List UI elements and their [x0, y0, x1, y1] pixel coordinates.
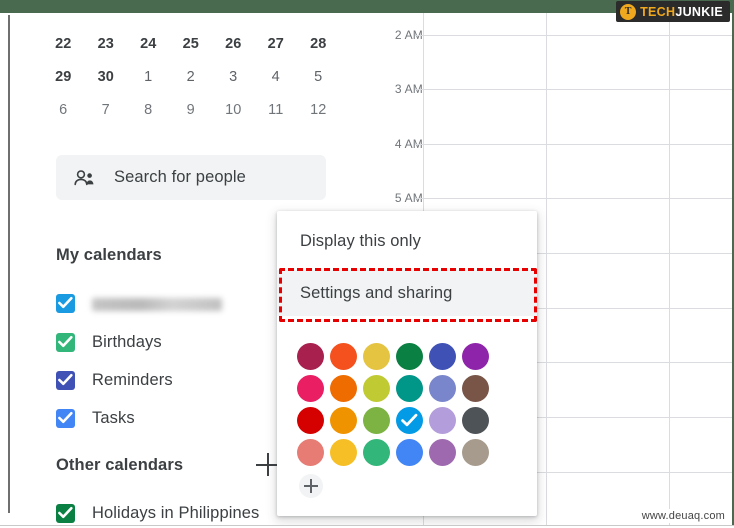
mini-day-cell[interactable]: 11 [255, 102, 298, 118]
calendar-name: Reminders [92, 370, 173, 389]
left-rail-divider [8, 15, 10, 513]
day-column-divider [669, 13, 670, 525]
mini-day-cell[interactable]: 3 [212, 69, 255, 85]
my-calendars-heading: My calendars [56, 246, 162, 264]
add-custom-color-plus-icon[interactable] [299, 474, 323, 498]
color-swatch[interactable] [297, 375, 324, 402]
color-swatch[interactable] [396, 375, 423, 402]
mini-month-grid[interactable]: 22 23 24 25 26 27 28 29 30 1 2 3 4 5 6 7… [42, 27, 342, 126]
mini-day-cell[interactable]: 26 [212, 36, 255, 52]
logo-mark-icon: T [620, 3, 637, 20]
mini-day-cell[interactable]: 4 [255, 69, 298, 85]
mini-day-cell[interactable]: 8 [127, 102, 170, 118]
color-swatch[interactable] [462, 343, 489, 370]
menu-item-display-this-only[interactable]: Display this only [277, 218, 537, 264]
color-swatch[interactable] [330, 343, 357, 370]
other-calendars-heading: Other calendars [56, 456, 184, 474]
color-swatch[interactable] [363, 439, 390, 466]
color-row [297, 439, 497, 471]
source-url-watermark: www.deuaq.com [639, 509, 727, 523]
hour-line [423, 144, 732, 145]
mini-day-cell[interactable]: 6 [42, 102, 85, 118]
color-swatch[interactable] [429, 375, 456, 402]
search-people-placeholder: Search for people [114, 168, 246, 186]
calendar-checkbox[interactable] [56, 370, 75, 390]
color-swatch[interactable] [429, 343, 456, 370]
menu-item-settings-and-sharing[interactable]: Settings and sharing [277, 270, 537, 316]
color-swatch[interactable] [396, 439, 423, 466]
mini-day-cell[interactable]: 25 [170, 36, 213, 52]
mini-day-cell[interactable]: 29 [42, 69, 85, 85]
color-row [297, 343, 497, 375]
people-icon [74, 167, 96, 189]
mini-day-cell[interactable]: 1 [127, 69, 170, 85]
color-swatch[interactable] [330, 439, 357, 466]
window-bottom-divider [0, 525, 734, 526]
calendar-name: Holidays in Philippines [92, 503, 260, 522]
day-column-divider [546, 13, 547, 525]
mini-day-cell[interactable]: 5 [297, 69, 340, 85]
calendar-checkbox[interactable] [56, 408, 75, 428]
mini-day-cell[interactable]: 7 [85, 102, 128, 118]
mini-day-cell[interactable]: 23 [85, 36, 128, 52]
calendar-name: Birthdays [92, 332, 162, 351]
color-swatch[interactable] [330, 375, 357, 402]
mini-day-cell[interactable]: 22 [42, 36, 85, 52]
color-swatch-selected[interactable] [396, 407, 423, 434]
mini-month-row: 29 30 1 2 3 4 5 [42, 60, 342, 93]
calendar-checkbox[interactable] [56, 293, 75, 313]
search-people-input[interactable]: Search for people [56, 155, 326, 200]
color-swatch[interactable] [462, 375, 489, 402]
mini-day-cell[interactable]: 28 [297, 36, 340, 52]
color-swatch[interactable] [363, 343, 390, 370]
color-swatch[interactable] [297, 343, 324, 370]
color-swatch[interactable] [462, 407, 489, 434]
color-swatch[interactable] [330, 407, 357, 434]
color-swatch[interactable] [363, 407, 390, 434]
mini-month-row: 6 7 8 9 10 11 12 [42, 93, 342, 126]
mini-day-cell[interactable]: 24 [127, 36, 170, 52]
hour-line [423, 89, 732, 90]
mini-day-cell[interactable]: 9 [170, 102, 213, 118]
calendar-name: Tasks [92, 408, 135, 427]
techjunkie-logo: T TECH JUNKIE [616, 1, 730, 22]
mini-day-cell[interactable]: 12 [297, 102, 340, 118]
mini-day-cell[interactable]: 30 [85, 69, 128, 85]
color-swatch[interactable] [396, 343, 423, 370]
mini-month-row: 22 23 24 25 26 27 28 [42, 27, 342, 60]
logo-text-junkie: JUNKIE [675, 4, 723, 19]
hour-line [423, 198, 732, 199]
screenshot-root: 2 AM 3 AM 4 AM 5 AM 22 23 24 25 26 27 28… [0, 0, 734, 528]
color-swatch[interactable] [363, 375, 390, 402]
mini-day-cell[interactable]: 10 [212, 102, 255, 118]
logo-text-tech: TECH [640, 4, 676, 19]
color-swatch[interactable] [462, 439, 489, 466]
mini-day-cell[interactable]: 2 [170, 69, 213, 85]
color-row [297, 375, 497, 407]
color-swatch[interactable] [429, 407, 456, 434]
calendar-name-redacted [92, 297, 222, 311]
calendar-color-palette [297, 343, 497, 471]
color-swatch[interactable] [297, 439, 324, 466]
color-row [297, 407, 497, 439]
color-swatch[interactable] [297, 407, 324, 434]
hour-line [423, 35, 732, 36]
mini-day-cell[interactable]: 27 [255, 36, 298, 52]
calendar-checkbox[interactable] [56, 503, 75, 523]
calendar-checkbox[interactable] [56, 332, 75, 352]
color-swatch[interactable] [429, 439, 456, 466]
